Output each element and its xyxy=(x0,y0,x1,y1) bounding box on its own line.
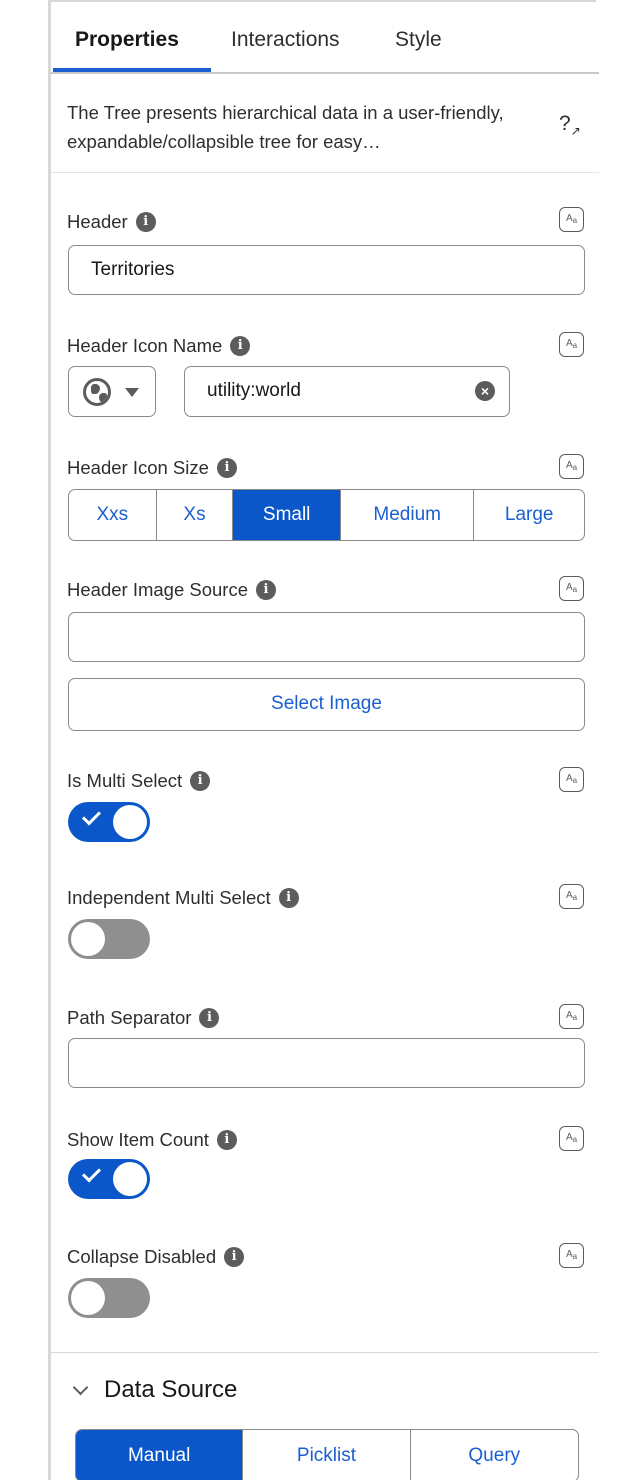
text-format-icon[interactable]: Aa xyxy=(559,454,584,479)
collapse-disabled-label-text: Collapse Disabled xyxy=(67,1246,217,1267)
properties-panel: Properties Interactions Style The Tree p… xyxy=(48,0,599,1480)
size-option-xxs[interactable]: Xxs xyxy=(69,490,157,540)
data-source-segmented-control: Manual Picklist Query xyxy=(75,1429,579,1480)
check-icon xyxy=(81,806,102,826)
path-separator-label: Path Separator i xyxy=(67,1007,220,1029)
header-label: Header i xyxy=(67,211,156,233)
show-item-count-label-text: Show Item Count xyxy=(67,1129,209,1150)
text-format-icon[interactable]: Aa xyxy=(559,1243,584,1268)
show-item-count-label: Show Item Count i xyxy=(67,1129,237,1151)
independent-multi-select-toggle[interactable] xyxy=(68,919,150,959)
is-multi-select-label: Is Multi Select i xyxy=(67,770,211,792)
text-format-icon[interactable]: Aa xyxy=(559,207,584,232)
size-option-large[interactable]: Large xyxy=(474,490,584,540)
header-icon-name-input[interactable]: utility:world × xyxy=(184,366,510,417)
select-image-button[interactable]: Select Image xyxy=(68,678,585,731)
tab-interactions[interactable]: Interactions xyxy=(231,28,340,52)
is-multi-select-toggle[interactable] xyxy=(68,802,150,842)
globe-icon xyxy=(83,378,111,406)
header-label-text: Header xyxy=(67,211,128,232)
header-input[interactable]: Territories xyxy=(68,245,585,295)
tab-properties[interactable]: Properties xyxy=(75,28,179,52)
data-source-section-header[interactable]: Data Source xyxy=(72,1376,238,1404)
independent-multi-select-label: Independent Multi Select i xyxy=(67,887,299,909)
divider xyxy=(51,172,599,173)
data-source-option-picklist[interactable]: Picklist xyxy=(243,1430,411,1480)
header-image-source-input[interactable] xyxy=(68,612,585,662)
icon-size-segmented-control: Xxs Xs Small Medium Large xyxy=(68,489,585,541)
data-source-title: Data Source xyxy=(104,1376,238,1403)
info-icon[interactable]: i xyxy=(199,1008,220,1028)
info-icon[interactable]: i xyxy=(216,1130,237,1150)
collapse-disabled-label: Collapse Disabled i xyxy=(67,1246,245,1268)
info-icon[interactable]: i xyxy=(216,458,237,478)
data-source-option-manual[interactable]: Manual xyxy=(76,1430,244,1480)
info-icon[interactable]: i xyxy=(190,771,211,791)
tab-bar: Properties Interactions Style xyxy=(51,2,599,74)
header-icon-name-label-text: Header Icon Name xyxy=(67,335,223,356)
info-icon[interactable]: i xyxy=(135,212,156,232)
chevron-down-icon xyxy=(72,1379,89,1395)
collapse-disabled-toggle[interactable] xyxy=(68,1278,150,1318)
is-multi-select-label-text: Is Multi Select xyxy=(67,770,183,791)
toggle-knob xyxy=(71,922,105,956)
info-icon[interactable]: i xyxy=(230,336,251,356)
text-format-icon[interactable]: Aa xyxy=(559,1126,584,1151)
text-format-icon[interactable]: Aa xyxy=(559,1004,584,1029)
header-icon-size-label: Header Icon Size i xyxy=(67,457,237,479)
toggle-knob xyxy=(113,1162,147,1196)
header-icon-name-value: utility:world xyxy=(207,380,301,401)
size-option-medium[interactable]: Medium xyxy=(341,490,475,540)
tab-style[interactable]: Style xyxy=(395,28,442,52)
text-format-icon[interactable]: Aa xyxy=(559,332,584,357)
header-icon-size-label-text: Header Icon Size xyxy=(67,457,209,478)
divider xyxy=(51,1352,599,1353)
size-option-small[interactable]: Small xyxy=(233,490,341,540)
independent-multi-select-label-text: Independent Multi Select xyxy=(67,887,271,908)
header-image-source-label: Header Image Source i xyxy=(67,579,276,601)
help-expand-icon[interactable]: ?↗ xyxy=(559,112,581,138)
text-format-icon[interactable]: Aa xyxy=(559,576,584,601)
text-format-icon[interactable]: Aa xyxy=(559,767,584,792)
caret-down-icon xyxy=(125,388,139,397)
header-icon-name-label: Header Icon Name i xyxy=(67,335,251,357)
info-icon[interactable]: i xyxy=(224,1247,245,1267)
path-separator-input[interactable] xyxy=(68,1038,585,1088)
component-description: The Tree presents hierarchical data in a… xyxy=(67,102,504,152)
text-format-icon[interactable]: Aa xyxy=(559,884,584,909)
toggle-knob xyxy=(113,805,147,839)
size-option-xs[interactable]: Xs xyxy=(157,490,234,540)
icon-picker-dropdown[interactable] xyxy=(68,366,156,417)
check-icon xyxy=(81,1163,102,1183)
path-separator-label-text: Path Separator xyxy=(67,1007,192,1028)
info-icon[interactable]: i xyxy=(278,888,299,908)
data-source-option-query[interactable]: Query xyxy=(411,1430,578,1480)
toggle-knob xyxy=(71,1281,105,1315)
header-image-source-label-text: Header Image Source xyxy=(67,579,248,600)
show-item-count-toggle[interactable] xyxy=(68,1159,150,1199)
active-tab-indicator xyxy=(53,68,211,72)
clear-icon[interactable]: × xyxy=(475,381,495,401)
info-icon[interactable]: i xyxy=(256,580,276,600)
